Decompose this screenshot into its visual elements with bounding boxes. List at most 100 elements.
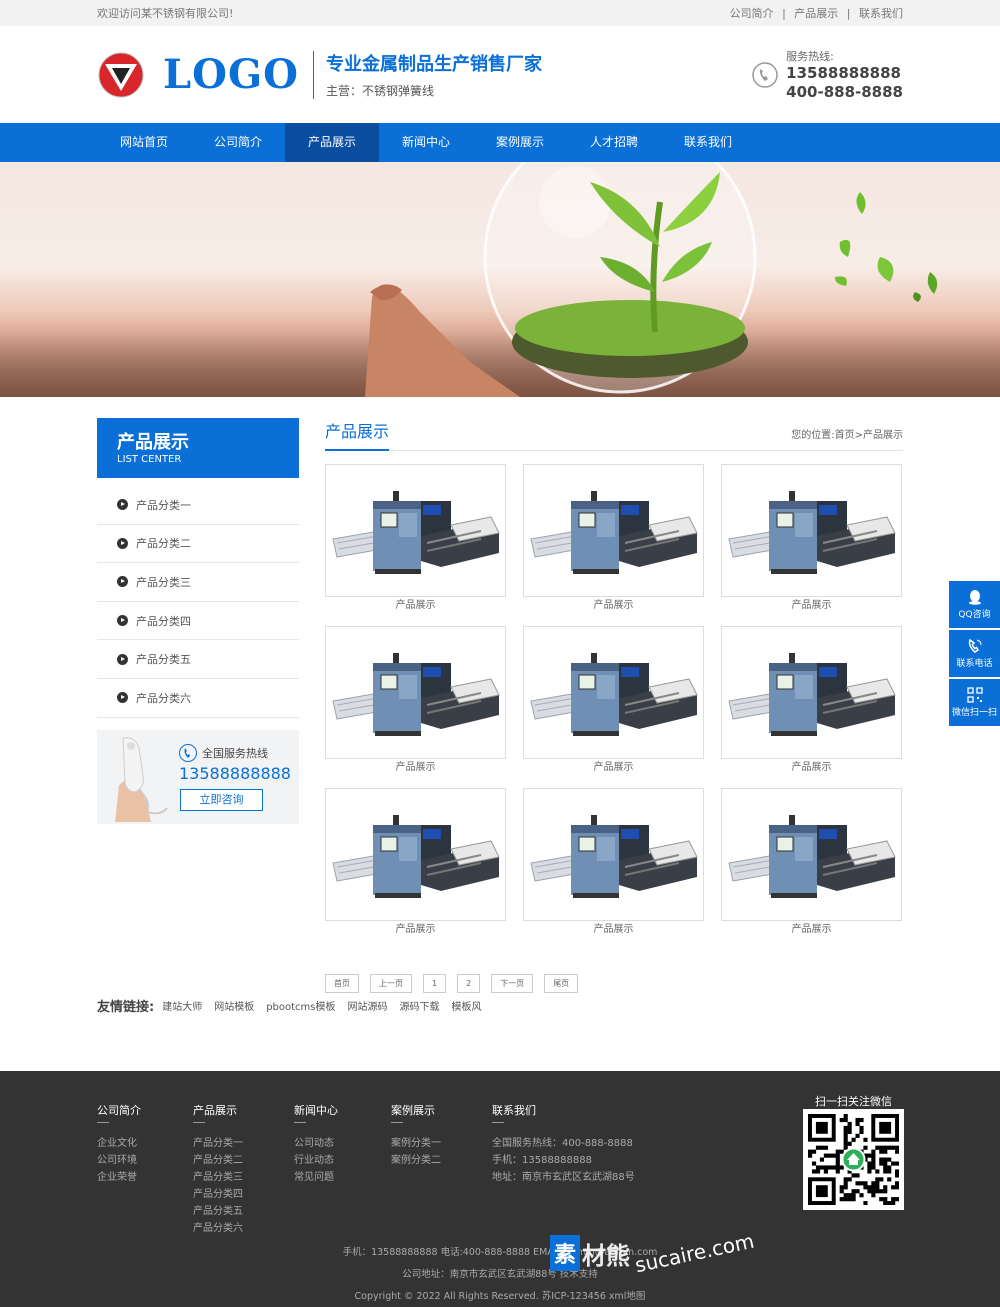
- sidebar-item-category-5[interactable]: 产品分类五: [97, 640, 299, 679]
- product-image[interactable]: [325, 788, 506, 921]
- product-caption[interactable]: 产品展示: [523, 759, 704, 777]
- sidebar-item-label: 产品分类二: [136, 537, 191, 551]
- product-card[interactable]: 产品展示: [721, 788, 902, 950]
- sidebar: 产品展示 LIST CENTER 产品分类一 产品分类二 产品分类三 产品分类四…: [97, 418, 299, 824]
- nav-item-jobs[interactable]: 人才招聘: [567, 123, 661, 162]
- product-image[interactable]: [523, 464, 704, 597]
- friend-link[interactable]: 网站模板: [214, 998, 254, 1013]
- footer-link[interactable]: 产品分类二: [193, 1152, 243, 1169]
- footer-title-bar: [492, 1122, 504, 1123]
- footer-column-title[interactable]: 产品展示: [193, 1102, 243, 1118]
- top-link-contact[interactable]: 联系我们: [859, 7, 903, 20]
- product-card[interactable]: 产品展示: [523, 788, 704, 950]
- footer-column-title[interactable]: 公司简介: [97, 1102, 141, 1118]
- product-caption[interactable]: 产品展示: [325, 759, 506, 777]
- float-wechat-button[interactable]: 微信扫一扫: [949, 679, 1000, 726]
- product-caption[interactable]: 产品展示: [721, 921, 902, 939]
- footer-link[interactable]: 企业文化: [97, 1135, 141, 1152]
- footer-link[interactable]: 产品分类一: [193, 1135, 243, 1152]
- footer-column-title[interactable]: 新闻中心: [294, 1102, 338, 1118]
- friend-link[interactable]: 源码下载: [400, 998, 440, 1013]
- product-image[interactable]: [523, 626, 704, 759]
- pager-first[interactable]: 首页: [325, 974, 359, 993]
- nav-item-cases[interactable]: 案例展示: [473, 123, 567, 162]
- product-card[interactable]: 产品展示: [721, 626, 902, 788]
- footer-contact-line: 手机：13588888888: [492, 1155, 592, 1166]
- footer-column-about: 公司简介 企业文化 公司环境 企业荣誉: [97, 1102, 141, 1186]
- pager-page-1[interactable]: 1: [423, 974, 447, 993]
- footer-link[interactable]: 产品分类六: [193, 1220, 243, 1237]
- sidebar-category-list: 产品分类一 产品分类二 产品分类三 产品分类四 产品分类五 产品分类六: [97, 486, 299, 718]
- product-card[interactable]: 产品展示: [325, 626, 506, 788]
- top-link-about[interactable]: 公司简介: [730, 7, 774, 20]
- product-card[interactable]: 产品展示: [523, 464, 704, 626]
- product-caption[interactable]: 产品展示: [325, 597, 506, 615]
- footer-link[interactable]: 案例分类二: [391, 1152, 441, 1169]
- nav-item-about[interactable]: 公司简介: [191, 123, 285, 162]
- nav-item-news[interactable]: 新闻中心: [379, 123, 473, 162]
- friend-links: 友情链接: 建站大师 网站模板 pbootcms模板 网站源码 源码下载 模板风: [97, 996, 494, 1015]
- sidebar-item-category-4[interactable]: 产品分类四: [97, 602, 299, 641]
- friend-link[interactable]: 模板风: [452, 998, 482, 1013]
- sidebar-item-category-6[interactable]: 产品分类六: [97, 679, 299, 718]
- float-phone-label: 联系电话: [956, 659, 993, 669]
- consult-button[interactable]: 立即咨询: [180, 788, 263, 811]
- product-image[interactable]: [523, 788, 704, 921]
- sidebar-item-category-3[interactable]: 产品分类三: [97, 563, 299, 602]
- sidebar-item-category-1[interactable]: 产品分类一: [97, 486, 299, 525]
- breadcrumb[interactable]: 您的位置:首页>产品展示: [791, 426, 903, 441]
- logo-emblem-icon[interactable]: [97, 51, 145, 99]
- product-caption[interactable]: 产品展示: [721, 597, 902, 615]
- footer-link[interactable]: 产品分类四: [193, 1186, 243, 1203]
- nav-item-contact[interactable]: 联系我们: [661, 123, 755, 162]
- pager-last[interactable]: 尾页: [544, 974, 579, 993]
- pager-next[interactable]: 下一页: [491, 974, 534, 993]
- product-caption[interactable]: 产品展示: [721, 759, 902, 777]
- nav-item-home[interactable]: 网站首页: [97, 123, 191, 162]
- logo-text[interactable]: LOGO: [163, 51, 299, 98]
- friend-link[interactable]: 网站源码: [348, 998, 388, 1013]
- footer-contact-line: 地址：南京市玄武区玄武湖88号: [492, 1172, 635, 1183]
- sidebar-item-label: 产品分类六: [136, 691, 191, 705]
- product-caption[interactable]: 产品展示: [523, 597, 704, 615]
- top-link-products[interactable]: 产品展示: [794, 7, 838, 20]
- product-machine-image: [727, 652, 896, 736]
- friend-link[interactable]: pbootcms模板: [266, 998, 335, 1013]
- footer-link[interactable]: 行业动态: [294, 1152, 338, 1169]
- footer-column-cases: 案例展示 案例分类一 案例分类二: [391, 1102, 441, 1169]
- pager-page-2[interactable]: 2: [457, 974, 481, 993]
- float-phone-button[interactable]: 联系电话: [949, 630, 1000, 677]
- product-card[interactable]: 产品展示: [721, 464, 902, 626]
- product-grid: 产品展示 产品展示 产品展示 产品展示 产品展示 产品展示 产品展示 产品展示 产品展示: [325, 464, 903, 950]
- friend-link[interactable]: 建站大师: [162, 998, 202, 1013]
- footer-link[interactable]: 企业荣誉: [97, 1169, 141, 1186]
- footer-link[interactable]: 常见问题: [294, 1169, 338, 1186]
- footer-column-title[interactable]: 联系我们: [492, 1102, 635, 1118]
- float-qq-button[interactable]: QQ咨询: [949, 581, 1000, 628]
- footer-title-bar: [294, 1122, 306, 1123]
- product-image[interactable]: [325, 626, 506, 759]
- sidebar-contact-box: 全国服务热线 13588888888 立即咨询: [97, 729, 299, 824]
- footer-link[interactable]: 产品分类五: [193, 1203, 243, 1220]
- product-image[interactable]: [721, 788, 902, 921]
- footer-link[interactable]: 案例分类一: [391, 1135, 441, 1152]
- footer-column-title[interactable]: 案例展示: [391, 1102, 441, 1118]
- product-image[interactable]: [721, 626, 902, 759]
- pager-prev[interactable]: 上一页: [370, 974, 412, 993]
- product-image[interactable]: [721, 464, 902, 597]
- sidebar-item-category-2[interactable]: 产品分类二: [97, 525, 299, 564]
- product-card[interactable]: 产品展示: [325, 464, 506, 626]
- product-card[interactable]: 产品展示: [523, 626, 704, 788]
- product-image[interactable]: [325, 464, 506, 597]
- bullet-arrow-icon: [117, 692, 128, 704]
- product-card[interactable]: 产品展示: [325, 788, 506, 950]
- footer-link[interactable]: 公司动态: [294, 1135, 338, 1152]
- footer-link[interactable]: 公司环境: [97, 1152, 141, 1169]
- nav-item-products[interactable]: 产品展示: [285, 123, 379, 162]
- product-caption[interactable]: 产品展示: [523, 921, 704, 939]
- footer-link[interactable]: 产品分类三: [193, 1169, 243, 1186]
- product-caption[interactable]: 产品展示: [325, 921, 506, 939]
- content-header: 产品展示 您的位置:首页>产品展示: [325, 418, 903, 451]
- phone-icon: [752, 61, 778, 88]
- top-link-separator: |: [846, 7, 851, 20]
